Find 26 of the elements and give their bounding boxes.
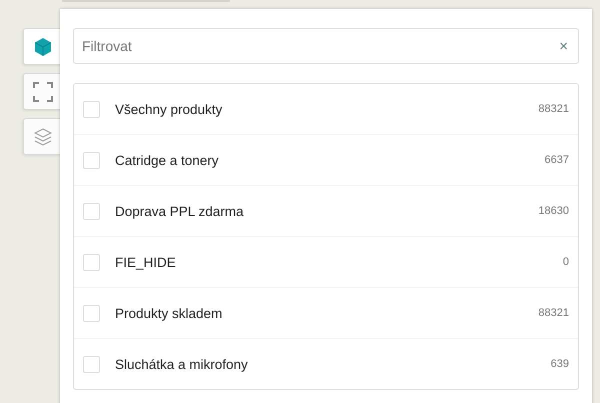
layers-icon [34,128,52,146]
checkbox[interactable] [83,152,100,168]
checkbox[interactable] [83,100,100,118]
item-count: 18630 [538,205,569,217]
cube-icon [34,36,52,56]
checkbox[interactable] [83,304,100,322]
category-label: Doprava PPL zdarma [115,204,245,218]
category-label: Produkty skladem [115,306,224,320]
item-count: 0 [562,256,569,268]
item-count: 639 [550,358,569,370]
checkbox[interactable] [83,202,100,220]
filter-field[interactable]: Filtrovat × [73,28,579,64]
side-tab[interactable] [23,28,61,65]
clear-button[interactable]: × [557,38,570,54]
expand-icon [32,82,52,102]
checkbox[interactable] [83,254,100,270]
side-tab[interactable] [23,118,61,155]
side-tab[interactable] [23,73,61,110]
category-label: Všechny produkty [115,102,224,116]
item-count: 88321 [538,307,569,319]
item-count: 6637 [544,154,569,166]
item-count: 88321 [538,103,569,115]
category-label: Catridge a tonery [115,152,220,168]
checkbox[interactable] [83,356,100,372]
category-label: FIE_HIDE [115,254,177,270]
category-label: Sluchátka a mikrofony [115,356,249,372]
